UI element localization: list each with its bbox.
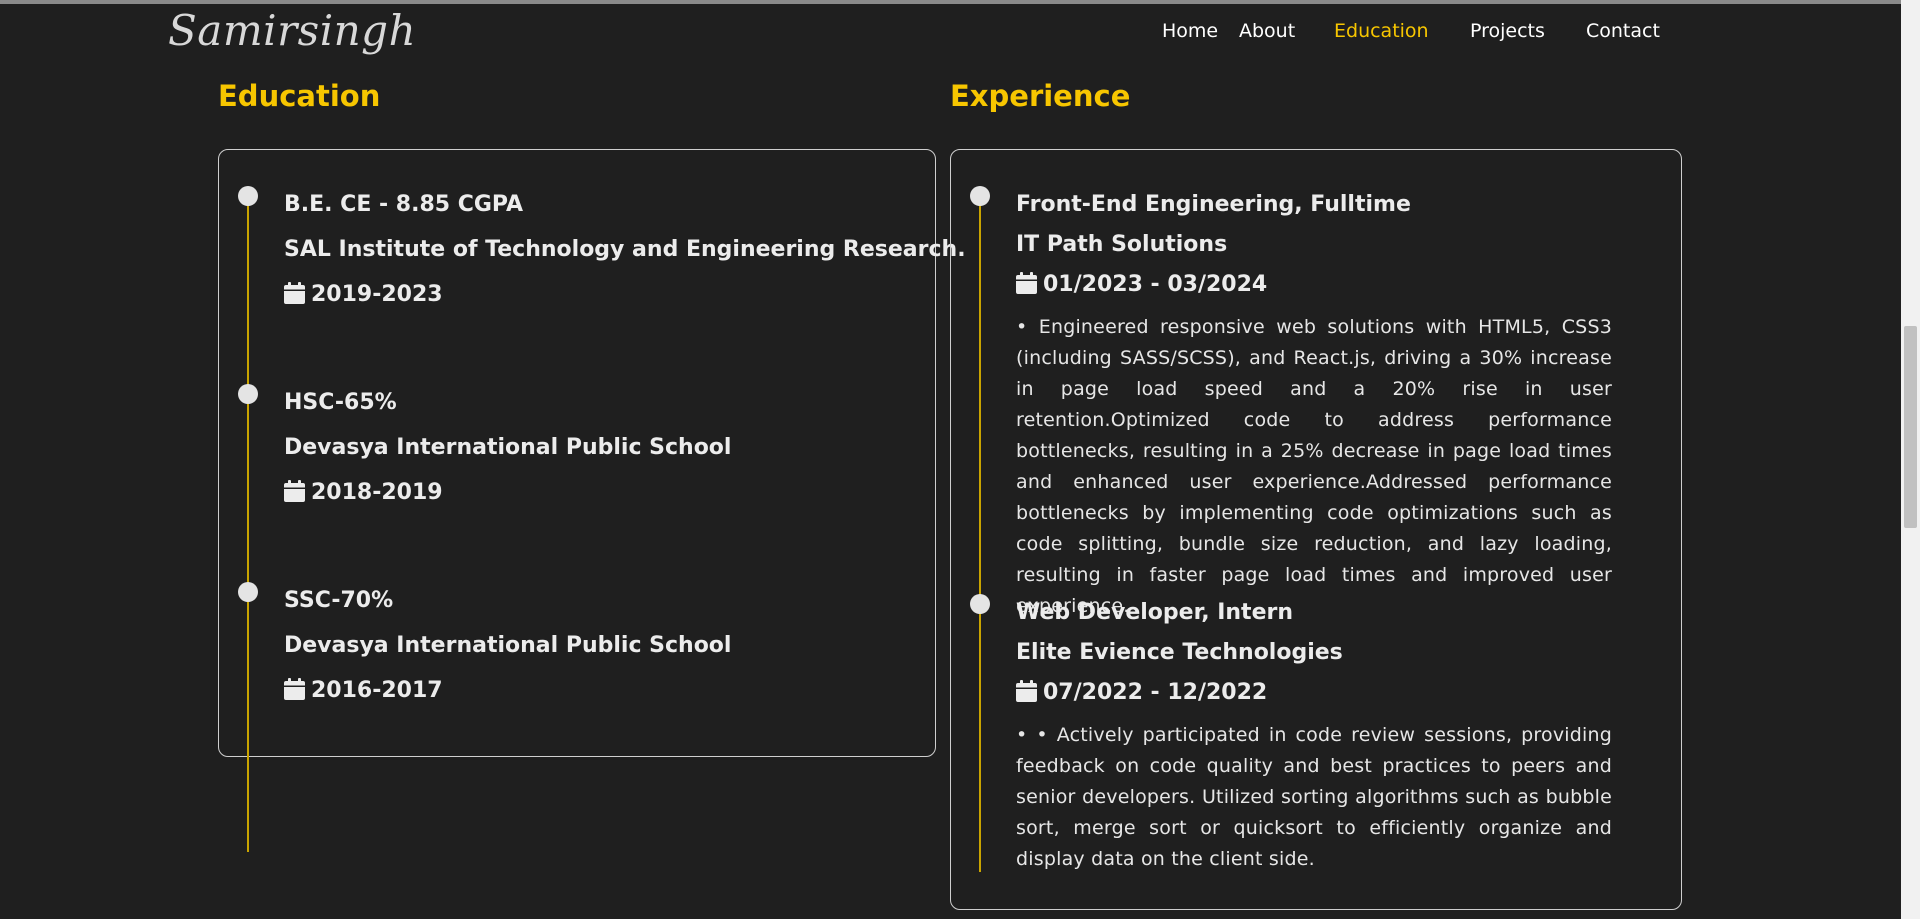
timeline-dot: [238, 186, 258, 206]
experience-description: • • Actively participated in code review…: [1016, 724, 1612, 870]
experience-role: Front-End Engineering, Fulltime: [1016, 192, 1411, 217]
education-date: 2018-2019: [284, 478, 443, 508]
nav-projects-link[interactable]: Projects: [1470, 18, 1545, 44]
experience-company: Elite Evience Technologies: [1016, 640, 1343, 665]
education-card: B.E. CE - 8.85 CGPA SAL Institute of Tec…: [218, 149, 966, 852]
experience-date: 01/2023 - 03/2024: [1016, 270, 1267, 300]
experience-card: Front-End Engineering, Fulltime IT Path …: [950, 149, 1682, 910]
main-nav: Home About Education Projects Contact: [0, 18, 1920, 44]
nav-contact-link[interactable]: Contact: [1586, 18, 1660, 44]
experience-date-text: 01/2023 - 03/2024: [1043, 272, 1268, 297]
scrollbar-thumb[interactable]: [1904, 326, 1917, 528]
experience-date-text: 07/2022 - 12/2022: [1043, 680, 1268, 705]
education-degree: HSC-65%: [284, 390, 397, 415]
education-degree: B.E. CE - 8.85 CGPA: [284, 192, 524, 217]
education-institution: Devasya International Public School: [284, 435, 732, 460]
calendar-icon: [1016, 680, 1037, 702]
nav-home-link[interactable]: Home: [1162, 18, 1218, 44]
education-institution: Devasya International Public School: [284, 633, 732, 658]
calendar-icon: [284, 480, 305, 502]
nav-education-link[interactable]: Education: [1334, 18, 1429, 44]
experience-description: • Engineered responsive web solutions wi…: [1016, 316, 1612, 617]
calendar-icon: [284, 678, 305, 700]
experience-company: IT Path Solutions: [1016, 232, 1228, 257]
education-date: 2019-2023: [284, 280, 443, 310]
experience-role: Web Developer, Intern: [1016, 600, 1294, 625]
education-degree: SSC-70%: [284, 588, 394, 613]
education-heading: Education: [218, 79, 381, 113]
education-date-text: 2016-2017: [311, 678, 443, 703]
nav-about-link[interactable]: About: [1239, 18, 1295, 44]
experience-date: 07/2022 - 12/2022: [1016, 678, 1267, 708]
education-date: 2016-2017: [284, 676, 443, 706]
timeline-dot: [970, 186, 990, 206]
calendar-icon: [284, 282, 305, 304]
education-date-text: 2018-2019: [311, 480, 443, 505]
education-timeline-line: [247, 196, 249, 852]
page-scrollbar[interactable]: [1901, 0, 1920, 919]
experience-timeline-line: [979, 196, 981, 872]
experience-heading: Experience: [950, 79, 1131, 113]
education-date-text: 2019-2023: [311, 282, 443, 307]
education-institution: SAL Institute of Technology and Engineer…: [284, 237, 966, 262]
timeline-dot: [238, 384, 258, 404]
calendar-icon: [1016, 272, 1037, 294]
timeline-dot: [970, 594, 990, 614]
timeline-dot: [238, 582, 258, 602]
